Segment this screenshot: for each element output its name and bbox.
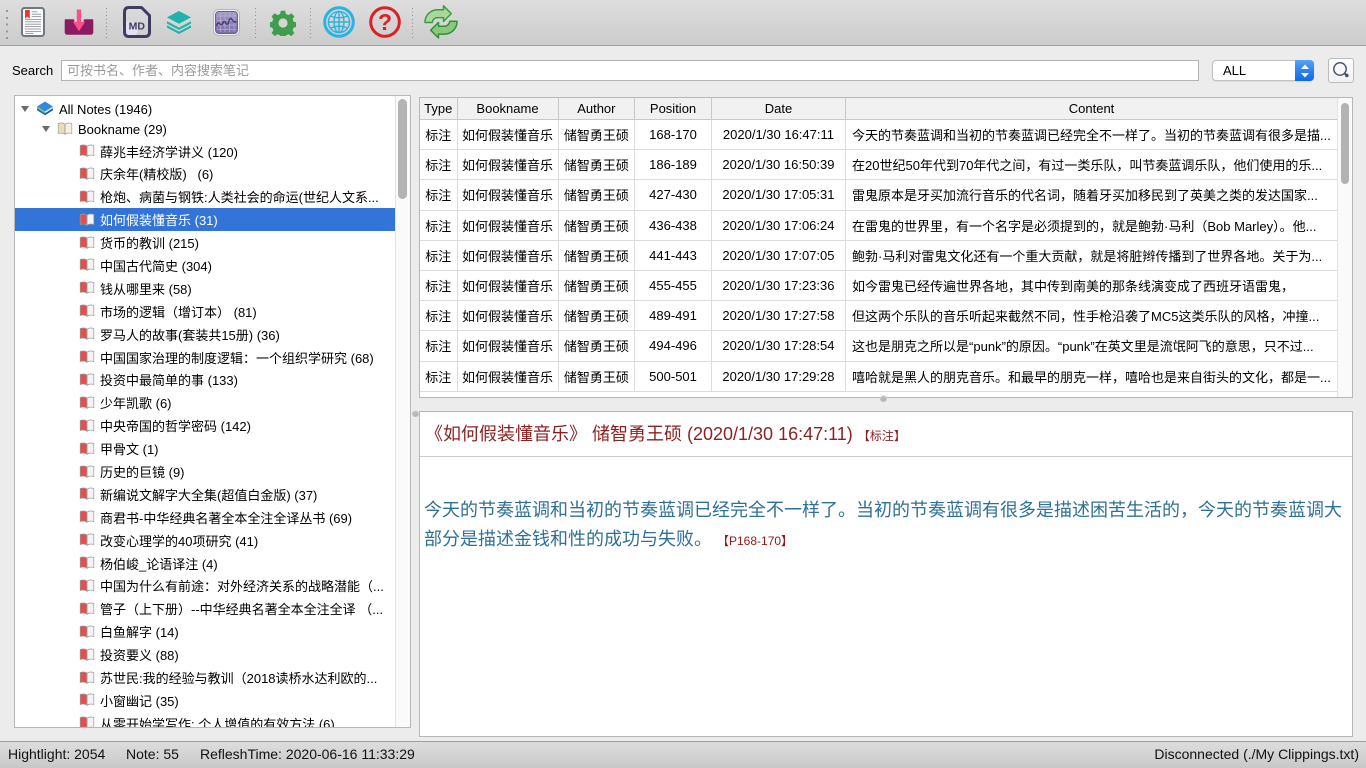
svg-text:MD: MD <box>129 21 146 33</box>
svg-text:?: ? <box>378 9 392 35</box>
